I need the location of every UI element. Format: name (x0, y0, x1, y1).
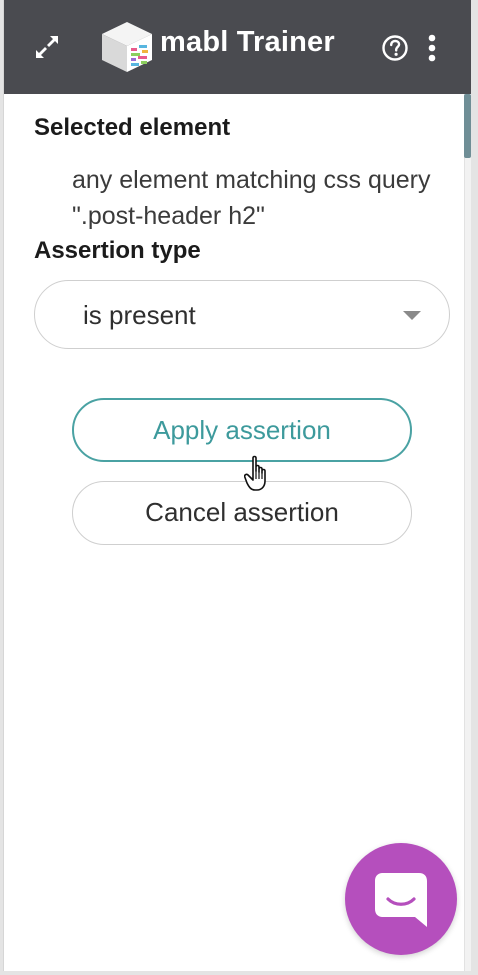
question-circle-icon[interactable] (381, 34, 409, 62)
chevron-down-icon (403, 311, 421, 320)
scrollbar[interactable] (464, 94, 471, 971)
assertion-type-heading: Assertion type (34, 237, 201, 264)
assertion-type-value: is present (83, 300, 196, 330)
app-title: mabl Trainer (160, 26, 335, 58)
chat-launcher-button[interactable] (345, 843, 457, 955)
expand-button[interactable] (28, 28, 66, 66)
assertion-type-select[interactable]: is present (34, 280, 450, 349)
scrollbar-thumb[interactable] (464, 94, 471, 158)
mabl-logo-icon (102, 22, 152, 72)
vertical-ellipsis-icon[interactable] (422, 32, 442, 64)
trainer-panel: mabl Trainer Selected element any elemen… (3, 0, 471, 971)
trainer-window: mabl Trainer Selected element any elemen… (0, 0, 478, 975)
header-bar: mabl Trainer (4, 0, 471, 94)
selected-element-value: any element matching css query ".post-he… (72, 166, 431, 230)
expand-arrows-icon (36, 36, 58, 58)
apply-assertion-button[interactable]: Apply assertion (72, 398, 412, 462)
hand-pointer-cursor-icon (244, 455, 266, 491)
cancel-assertion-button[interactable]: Cancel assertion (72, 481, 412, 545)
selected-element-heading: Selected element (34, 114, 231, 141)
chat-bubble-smile-icon (375, 873, 427, 927)
